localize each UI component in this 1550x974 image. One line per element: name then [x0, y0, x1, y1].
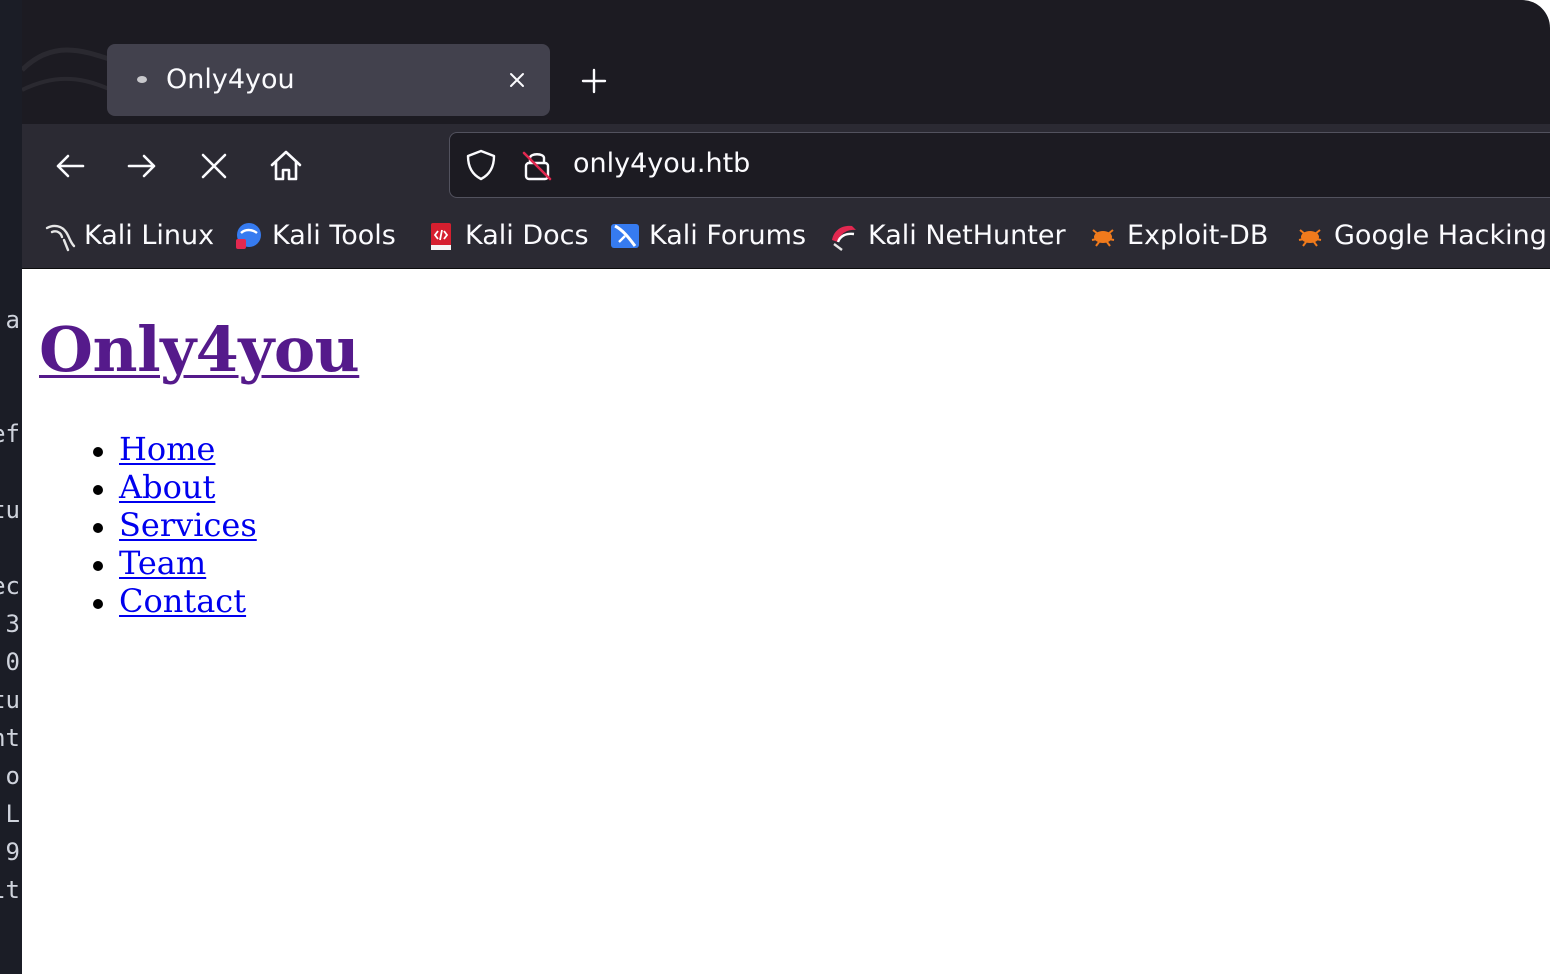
bullet [93, 485, 103, 495]
tab-title: Only4you [166, 64, 295, 95]
terminal-text: lt [0, 876, 20, 904]
background-terminal: a ef tu ec 3 0 tu nt o L 9 lt [0, 0, 22, 974]
kali-dragon-icon [45, 224, 76, 252]
screen: a ef tu ec 3 0 tu nt o L 9 lt Only4you [0, 0, 1550, 974]
terminal-text: tu [0, 496, 20, 524]
navigation-toolbar: only4you.htb [22, 124, 1550, 206]
bookmark-label: Exploit-DB [1127, 220, 1269, 251]
tab-only4you[interactable]: Only4you [107, 44, 550, 116]
nav-link-contact[interactable]: Contact [119, 582, 246, 620]
bullet [93, 447, 103, 457]
nav-link-about[interactable]: About [119, 468, 215, 506]
list-item: Contact [93, 582, 257, 620]
nav-link-services[interactable]: Services [119, 506, 257, 544]
tracking-protection-shield-icon[interactable] [463, 147, 499, 183]
bookmark-kali-tools[interactable]: Kali Tools [232, 216, 396, 256]
exploit-db-icon [1298, 229, 1322, 247]
bullet [93, 561, 103, 571]
bookmark-label: Kali Docs [465, 220, 589, 251]
exploit-db-icon [1091, 229, 1115, 247]
terminal-text: 3 [5, 610, 20, 638]
bookmark-kali-docs[interactable]: Kali Docs [425, 216, 589, 256]
bookmark-exploit-db[interactable]: Exploit-DB [1087, 216, 1268, 256]
bullet [93, 599, 103, 609]
bookmark-kali-forums[interactable]: Kali Forums [609, 216, 806, 256]
address-bar[interactable]: only4you.htb [449, 132, 1550, 198]
terminal-text: ef [0, 420, 20, 448]
bullet [93, 523, 103, 533]
terminal-text: a [5, 306, 20, 334]
terminal-text: 0 [5, 648, 20, 676]
nav-link-team[interactable]: Team [119, 544, 206, 582]
kali-docs-icon [431, 223, 451, 250]
browser-window: Only4you only4you.htb Kali Linux Kali To… [22, 0, 1550, 974]
bookmark-label: Google Hacking [1334, 220, 1547, 251]
bookmark-google-hacking[interactable]: Google Hacking [1294, 216, 1547, 256]
stop-icon[interactable] [194, 146, 234, 186]
page-content: Only4you Home About Services Team Contac… [22, 269, 1550, 974]
list-item: About [93, 468, 257, 506]
bookmark-label: Kali NetHunter [868, 220, 1066, 251]
url-text: only4you.htb [573, 148, 751, 179]
kali-forums-icon [611, 224, 639, 248]
close-icon[interactable] [503, 66, 531, 94]
home-icon[interactable] [266, 146, 306, 186]
nav-link-home[interactable]: Home [119, 430, 215, 468]
bookmark-kali-nethunter[interactable]: Kali NetHunter [828, 216, 1066, 256]
terminal-text: ec [0, 572, 20, 600]
kali-tools-icon [236, 223, 261, 249]
arrow-left-icon[interactable] [50, 146, 90, 186]
tab-strip: Only4you [22, 0, 1550, 124]
page-title-link[interactable]: Only4you [39, 313, 360, 387]
plus-icon[interactable] [577, 64, 611, 98]
bookmark-kali-linux[interactable]: Kali Linux [44, 216, 214, 256]
kali-nethunter-icon [832, 225, 856, 251]
list-item: Team [93, 544, 257, 582]
bookmark-label: Kali Linux [84, 220, 215, 251]
site-nav-list: Home About Services Team Contact [93, 430, 257, 620]
list-item: Services [93, 506, 257, 544]
insecure-lock-icon[interactable] [519, 147, 555, 183]
bookmark-label: Kali Tools [272, 220, 396, 251]
tab-loading-icon [137, 76, 147, 83]
terminal-text: L [5, 800, 20, 828]
bookmark-label: Kali Forums [649, 220, 807, 251]
terminal-text: 9 [5, 838, 20, 866]
terminal-text: nt [0, 724, 20, 752]
list-item: Home [93, 430, 257, 468]
bookmarks-toolbar: Kali Linux Kali Tools Kali Docs Kali For… [22, 206, 1550, 269]
terminal-text: o [5, 762, 20, 790]
arrow-right-icon[interactable] [122, 146, 162, 186]
terminal-text: tu [0, 686, 20, 714]
